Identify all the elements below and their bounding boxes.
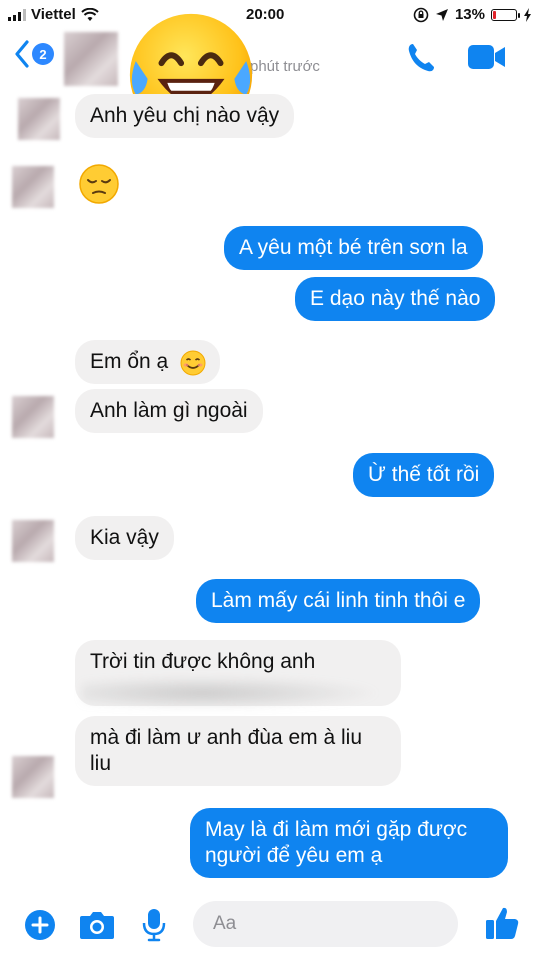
carrier-group: Viettel bbox=[8, 6, 99, 23]
message-text: Em ổn ạ bbox=[90, 350, 169, 373]
wifi-icon bbox=[81, 7, 99, 21]
message-text: Anh làm gì ngoài bbox=[90, 399, 248, 422]
message-text: Trời tin được không anh bbox=[90, 650, 316, 673]
phone-call-icon[interactable] bbox=[406, 42, 436, 74]
message-bubble-incoming[interactable]: Anh làm gì ngoài bbox=[75, 389, 263, 433]
message-bubble-outgoing[interactable]: Làm mấy cái linh tinh thôi e bbox=[196, 579, 481, 623]
message-text: mà đi làm ư anh đùa em à liu liu bbox=[90, 726, 363, 775]
chat-header: 2 phút trước bbox=[0, 13, 540, 137]
message-bubble-incoming[interactable]: Kia vậy bbox=[75, 516, 174, 560]
rotation-lock-icon bbox=[413, 7, 429, 22]
back-button[interactable]: 2 bbox=[14, 40, 54, 68]
battery-percent: 13% bbox=[454, 6, 485, 23]
message-text: Ừ thế tốt rồi bbox=[368, 463, 480, 486]
sender-avatar bbox=[12, 520, 54, 562]
smiling-face-emoji-icon bbox=[180, 350, 206, 376]
message-bubble-incoming[interactable]: Em ổn ạ bbox=[75, 340, 221, 384]
camera-icon[interactable] bbox=[79, 910, 115, 940]
message-bubble-incoming[interactable]: mà đi làm ư anh đùa em à liu liu bbox=[75, 716, 401, 786]
microphone-icon[interactable] bbox=[142, 908, 166, 942]
message-bubble-outgoing[interactable]: May là đi làm mới gặp được người để yêu … bbox=[190, 808, 508, 878]
message-bubble-outgoing[interactable]: A yêu một bé trên sơn la bbox=[224, 226, 483, 270]
location-icon bbox=[435, 8, 448, 21]
message-bubble-outgoing[interactable]: Ừ thế tốt rồi bbox=[353, 453, 495, 497]
sender-avatar bbox=[12, 756, 54, 798]
message-input-placeholder: Aa bbox=[213, 913, 237, 934]
contact-avatar[interactable] bbox=[64, 32, 118, 86]
battery-level bbox=[493, 10, 496, 19]
charging-icon bbox=[524, 7, 531, 22]
status-bar: Viettel 20:00 13% bbox=[0, 0, 540, 30]
carrier-name: Viettel bbox=[31, 6, 76, 23]
sender-avatar bbox=[18, 98, 60, 140]
chevron-left-icon bbox=[15, 40, 29, 68]
message-text: Kia vậy bbox=[90, 526, 159, 549]
redacted-smudge bbox=[82, 676, 382, 710]
message-bubble-incoming[interactable]: Anh yêu chị nào vậy bbox=[75, 94, 295, 138]
add-icon[interactable] bbox=[24, 909, 56, 941]
message-text: Anh yêu chị nào vậy bbox=[90, 104, 280, 127]
active-status: phút trước bbox=[250, 58, 320, 75]
message-input[interactable]: Aa bbox=[193, 901, 458, 947]
unread-badge: 2 bbox=[32, 43, 54, 65]
composer-bar: Aa bbox=[0, 895, 540, 960]
thumbs-up-icon[interactable] bbox=[484, 905, 520, 941]
pensive-face-emoji-icon bbox=[79, 164, 119, 204]
message-text: A yêu một bé trên sơn la bbox=[239, 236, 468, 259]
sender-avatar bbox=[12, 166, 54, 208]
message-text: E dạo này thế nào bbox=[310, 287, 481, 310]
status-right: 13% bbox=[413, 6, 532, 23]
message-text: May là đi làm mới gặp được người để yêu … bbox=[205, 818, 468, 867]
sender-avatar bbox=[12, 396, 54, 438]
battery-icon bbox=[491, 8, 520, 21]
video-call-icon[interactable] bbox=[468, 44, 506, 70]
message-text: Làm mấy cái linh tinh thôi e bbox=[211, 589, 466, 612]
message-bubble-outgoing[interactable]: E dạo này thế nào bbox=[295, 277, 496, 321]
signal-icon bbox=[8, 8, 26, 21]
